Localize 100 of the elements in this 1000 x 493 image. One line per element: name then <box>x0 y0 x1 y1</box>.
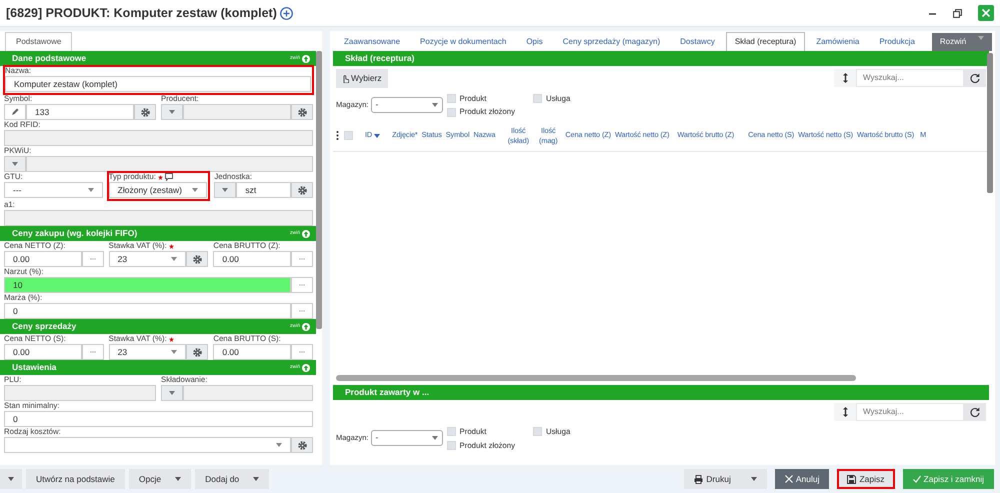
dropdown-button[interactable]: Dodaj do <box>195 469 270 489</box>
checkbox[interactable] <box>533 427 542 436</box>
gear-icon <box>298 108 306 116</box>
more-button[interactable] <box>291 344 314 360</box>
caret-icon <box>171 257 178 261</box>
window-title: [6829] PRODUKT: Komputer zestaw (komplet) <box>6 4 277 22</box>
more-button[interactable] <box>291 251 314 267</box>
caret-icon <box>171 350 178 354</box>
resize-icon <box>842 73 848 84</box>
input-field[interactable]: Komputer zestaw (komplet) <box>5 76 311 92</box>
caret-icon <box>276 443 282 447</box>
caret-icon <box>192 188 198 192</box>
section-title: Dane podstawowe <box>12 52 86 65</box>
kebab-icon[interactable] <box>336 131 339 140</box>
caret-icon <box>253 477 260 481</box>
cancel-button[interactable]: Anuluj <box>774 469 830 489</box>
restore-icon[interactable] <box>953 8 962 18</box>
gear-icon <box>298 186 307 194</box>
input-field[interactable]: szt <box>236 182 292 198</box>
add-icon[interactable] <box>280 6 293 20</box>
caret-icon <box>169 391 175 395</box>
tab[interactable]: Zaawansowane <box>335 32 410 51</box>
tab[interactable]: Podstawowe <box>5 32 72 51</box>
collapse-icon[interactable] <box>302 364 310 372</box>
checkbox[interactable] <box>344 131 353 140</box>
input-field[interactable]: 133 <box>26 104 134 120</box>
search-field[interactable]: Wyszukaj... <box>856 403 964 421</box>
caret-icon <box>432 102 438 107</box>
dropdown-button[interactable] <box>0 469 22 489</box>
caret-icon <box>432 436 438 440</box>
refresh-button[interactable] <box>964 69 986 88</box>
scrollbar-thumb[interactable] <box>336 375 856 381</box>
settings-button[interactable] <box>134 104 156 120</box>
toolbar-button[interactable]: Utwórz na podstawie <box>26 469 125 489</box>
select-field[interactable]: --- <box>4 182 103 198</box>
tab[interactable]: Ceny sprzedaży (magazyn) <box>554 32 670 51</box>
select-field[interactable]: - <box>370 96 443 113</box>
checkbox[interactable] <box>446 441 456 450</box>
collapse-icon[interactable] <box>302 322 310 330</box>
search-field[interactable]: Wyszukaj... <box>856 69 964 88</box>
printer-icon <box>694 474 704 484</box>
input-field[interactable]: 0.00 <box>213 344 292 360</box>
input-field[interactable]: 0.00 <box>4 251 82 267</box>
save-close-button[interactable]: Zapisz i zamknij <box>902 469 994 489</box>
collapse-icon[interactable] <box>302 230 310 238</box>
resize-icon <box>842 407 848 417</box>
checkbox[interactable] <box>446 108 456 117</box>
floppy-icon <box>847 474 856 484</box>
checkbox[interactable] <box>533 94 542 104</box>
section-title: Produkt zawarty w ... <box>345 386 430 399</box>
input-field[interactable]: 0 <box>4 303 291 319</box>
tab[interactable]: Produkcja <box>870 32 924 51</box>
select-field[interactable]: Złożony (zestaw) <box>108 182 208 198</box>
caret-icon <box>222 188 228 192</box>
more-button[interactable] <box>291 303 313 319</box>
caret-icon <box>169 110 175 114</box>
more-button[interactable] <box>82 344 104 360</box>
select-field[interactable]: 23 <box>108 251 186 267</box>
input-field[interactable]: 10 <box>4 277 291 293</box>
dropdown-button[interactable]: Opcje <box>128 469 192 489</box>
more-button[interactable] <box>82 251 104 267</box>
scrollbar-thumb[interactable] <box>987 53 993 193</box>
checkbox[interactable] <box>446 427 456 436</box>
edit-button[interactable] <box>4 104 26 120</box>
select-field[interactable]: 23 <box>108 344 186 360</box>
save-button[interactable]: Zapisz <box>837 469 895 489</box>
refresh-button[interactable] <box>964 403 986 421</box>
refresh-icon <box>970 73 980 84</box>
settings-button[interactable] <box>186 251 208 267</box>
dropdown-button[interactable] <box>740 469 767 489</box>
section-title: Ceny zakupu (wg. kolejki FIFO) <box>12 227 138 240</box>
select-field[interactable] <box>4 437 291 453</box>
caret-icon <box>750 477 757 481</box>
caret-icon <box>12 162 18 166</box>
tab[interactable]: Pozycje w dokumentach <box>411 32 516 51</box>
input-field[interactable]: 0.00 <box>4 344 82 360</box>
resize-button[interactable] <box>834 69 856 88</box>
more-button[interactable] <box>291 277 313 293</box>
tab[interactable]: Dostawcy <box>671 32 724 51</box>
collapse-icon[interactable] <box>302 54 310 62</box>
close-icon[interactable] <box>978 5 994 21</box>
print-button[interactable]: Drukuj <box>684 469 741 489</box>
section-title: Ceny sprzedaży <box>12 320 76 333</box>
choose-button[interactable]: Wybierz <box>336 69 388 88</box>
section-title: Skład (receptura) <box>345 52 414 65</box>
scrollbar-thumb[interactable] <box>316 51 322 329</box>
settings-button[interactable] <box>186 344 208 360</box>
tab[interactable]: Opis <box>517 32 552 51</box>
input-field[interactable]: 0.00 <box>213 251 292 267</box>
input-field[interactable]: 0 <box>4 411 313 427</box>
settings-button[interactable] <box>291 182 314 198</box>
resize-button[interactable] <box>834 403 856 421</box>
checkbox[interactable] <box>446 94 456 104</box>
select-field[interactable]: - <box>370 430 443 446</box>
caret-icon <box>8 477 14 481</box>
dropdown-button[interactable]: Rozwiń <box>932 33 992 51</box>
settings-button[interactable] <box>291 437 313 453</box>
tab[interactable]: Zamówienia <box>807 32 868 51</box>
gear-icon <box>140 108 150 116</box>
dropdown-button[interactable] <box>214 182 236 198</box>
